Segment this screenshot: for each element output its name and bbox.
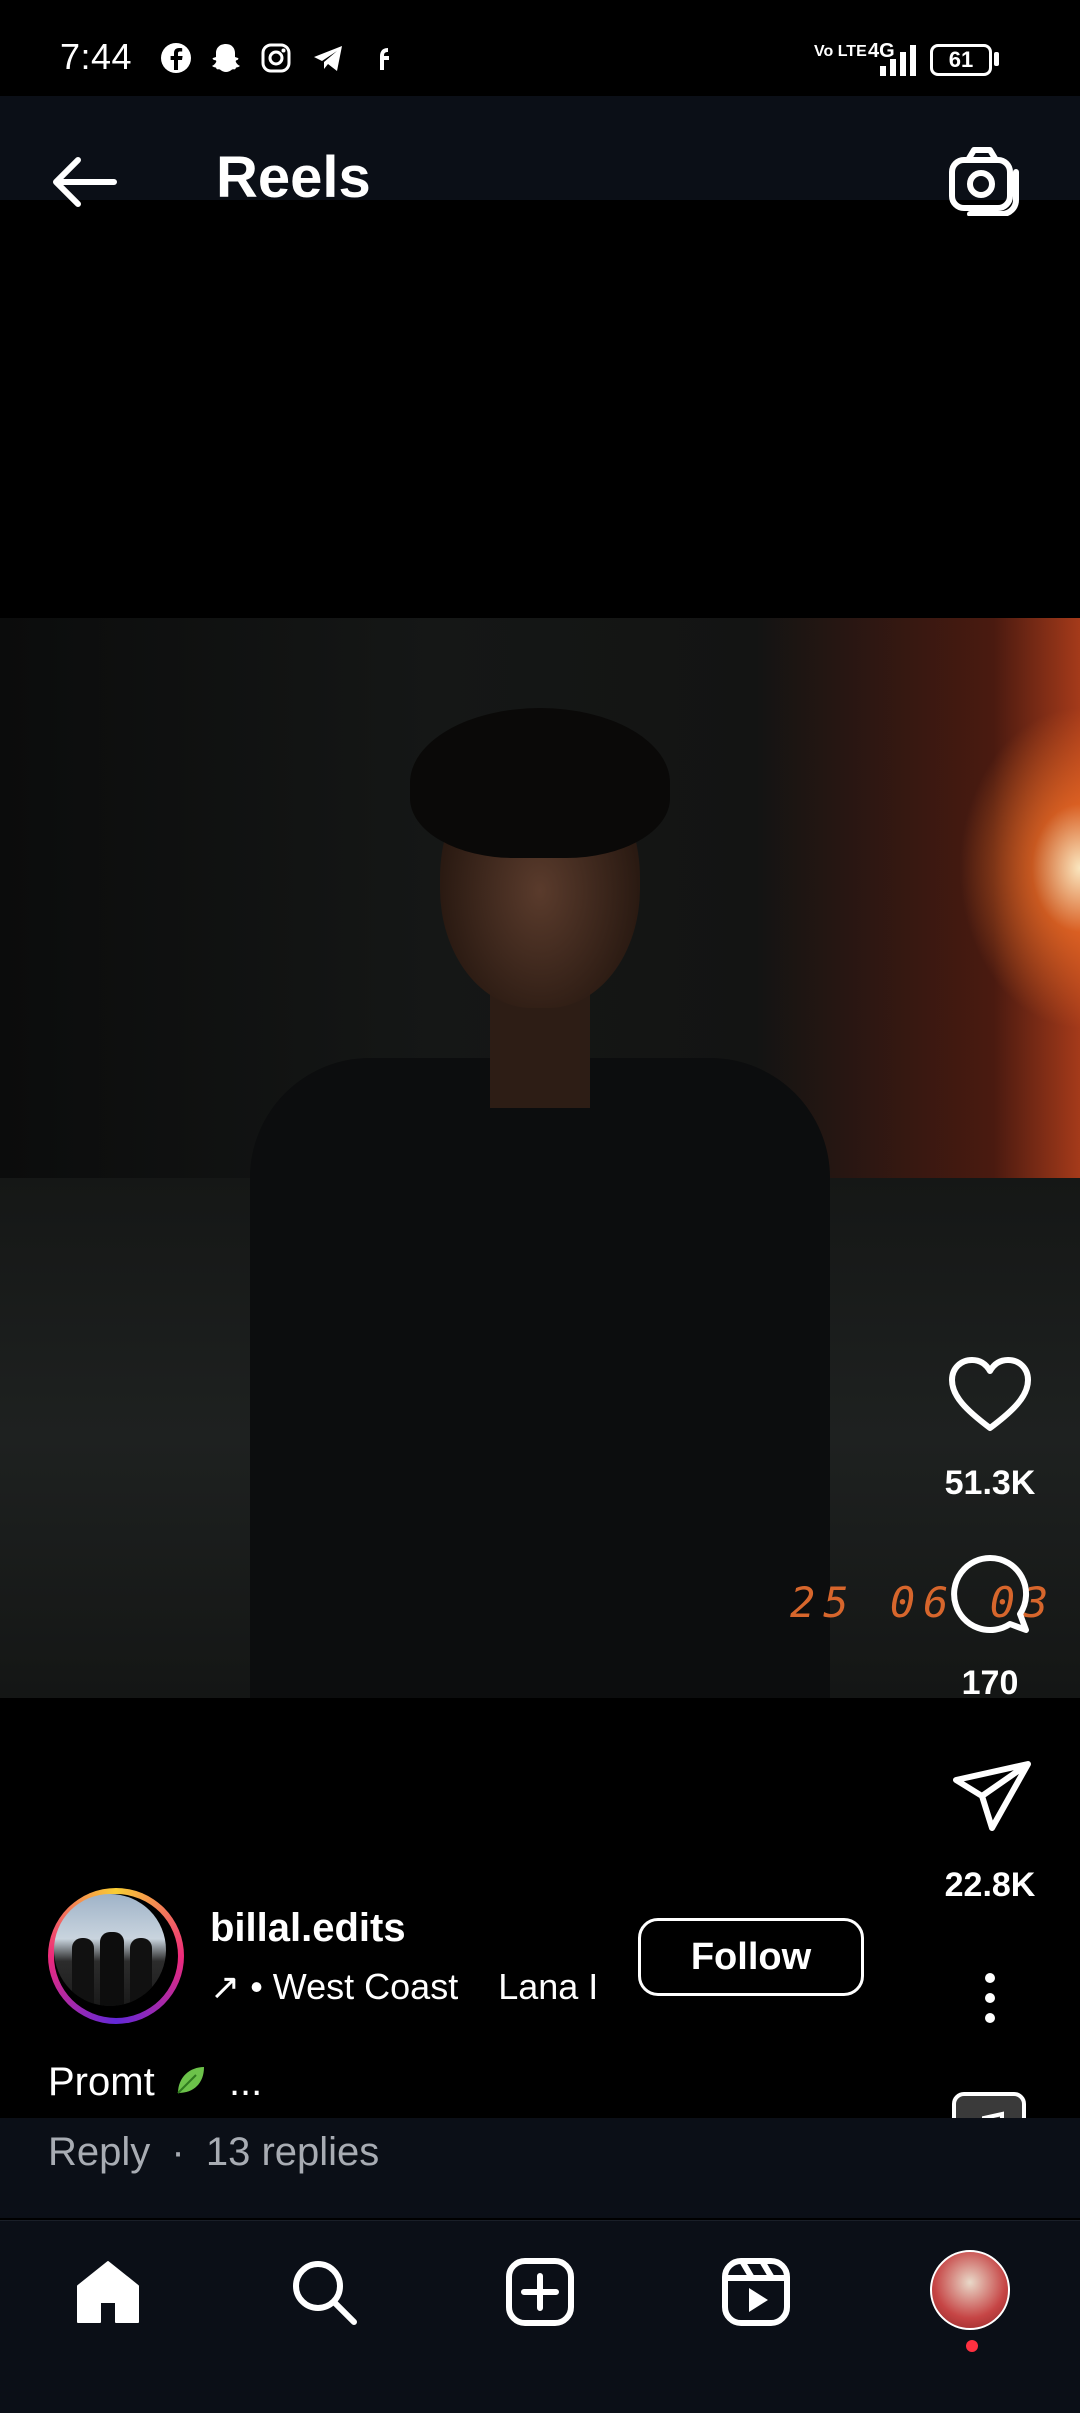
leaf-icon	[177, 2067, 204, 2094]
share-send-icon[interactable]	[950, 1758, 1034, 1834]
battery-level: 61	[948, 47, 974, 72]
person-coat	[250, 1058, 830, 1698]
caption-text: Promt	[48, 2060, 155, 2104]
trending-arrow-icon: ↗	[210, 1966, 241, 2007]
author-username[interactable]: billal.edits	[210, 1906, 406, 1951]
facebook-icon	[161, 43, 191, 73]
follow-button[interactable]: Follow	[638, 1918, 864, 1996]
home-icon[interactable]	[72, 2256, 144, 2328]
page-title: Reels	[216, 145, 371, 210]
create-post-icon[interactable]	[504, 2256, 576, 2328]
location-text: • West Coast	[250, 1966, 459, 2007]
caption-more[interactable]: ...	[229, 2060, 262, 2104]
separator-dot: ·	[171, 2130, 185, 2174]
audio-artist: Lana I	[498, 1966, 599, 2007]
reply-label[interactable]: Reply	[48, 2130, 150, 2174]
caption[interactable]: Promt ...	[48, 2060, 262, 2105]
volte-indicator: Vo LTE	[814, 43, 867, 60]
back-arrow-icon[interactable]	[48, 150, 120, 214]
more-options-icon[interactable]	[978, 1970, 1002, 2026]
author-avatar[interactable]	[48, 1888, 184, 2024]
battery-cap	[994, 52, 999, 66]
status-time: 7:44	[60, 36, 133, 77]
app-notification-icon	[380, 48, 389, 70]
signal-icon	[880, 45, 916, 76]
shares-count: 22.8K	[944, 1866, 1036, 1904]
telegram-icon	[314, 46, 342, 71]
audio-info[interactable]: ↗ • West Coast Lana I	[210, 1966, 598, 2008]
comment-icon[interactable]	[948, 1552, 1032, 1636]
battery-indicator: 61	[930, 44, 992, 76]
likes-count: 51.3K	[944, 1464, 1036, 1502]
reels-icon[interactable]	[720, 2256, 792, 2328]
instagram-icon	[261, 43, 291, 73]
camera-icon[interactable]	[946, 146, 1022, 216]
comments-count: 170	[961, 1664, 1019, 1702]
reply-row[interactable]: Reply · 13 replies	[48, 2130, 379, 2175]
replies-count[interactable]: 13 replies	[206, 2130, 379, 2174]
notification-dot	[966, 2340, 978, 2352]
person-hair	[410, 708, 670, 858]
search-icon[interactable]	[288, 2256, 360, 2328]
snapchat-icon	[212, 44, 240, 72]
profile-avatar[interactable]	[930, 2250, 1010, 2330]
reels-header	[0, 96, 1080, 200]
reel-video[interactable]: 25 06 03	[0, 618, 1080, 1698]
like-heart-icon[interactable]	[946, 1354, 1034, 1434]
author-avatar-image	[54, 1894, 166, 2006]
